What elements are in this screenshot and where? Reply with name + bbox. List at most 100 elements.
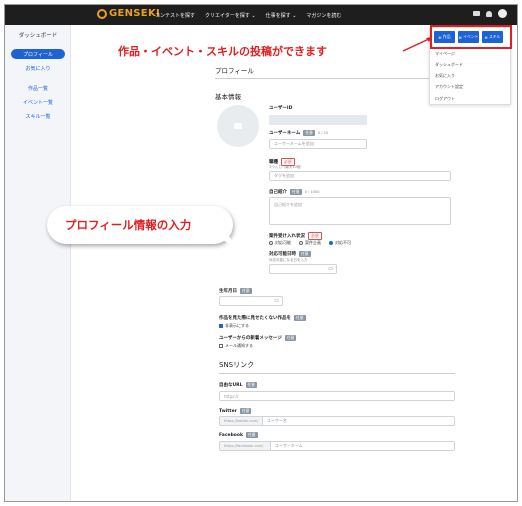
birthday-label-text: 生年月日 (219, 289, 237, 294)
radio-icon (269, 241, 273, 245)
checkbox-icon (219, 344, 223, 348)
work-status-label: 案件受け入れ状況 必須 (269, 232, 322, 240)
nav-link-contests[interactable]: コンテストを探す (155, 12, 195, 19)
optional-badge: 任意 (284, 335, 297, 341)
twitter-prefix: https://twitter.com/ (219, 416, 263, 426)
optional-badge: 任意 (290, 189, 302, 195)
message-option-label: メール通知する (225, 343, 253, 348)
optional-badge: 任意 (303, 130, 315, 136)
twitter-label: Twitter 任意 (219, 408, 252, 414)
user-id-label-text: ユーザーID (269, 106, 293, 111)
twitter-input[interactable]: ユーザー名 (263, 416, 455, 426)
logo[interactable]: GENSEKI (97, 8, 160, 19)
nav-link-magazine[interactable]: マガジンを読む (306, 12, 341, 19)
work-status-label-text: 案件受け入れ状況 (269, 234, 305, 239)
optional-badge: 任意 (299, 251, 311, 257)
optional-badge: 任意 (239, 408, 252, 414)
image-icon (234, 123, 242, 129)
annotation-post-callout: 作品・イベント・スキルの投稿ができます (118, 45, 327, 58)
option-label: 対応不可 (335, 240, 351, 245)
facebook-input[interactable]: ユーザーネーム (271, 441, 455, 451)
logo-text: GENSEKI (109, 8, 161, 19)
sidebar-item-works[interactable]: 作品一覧 (11, 83, 65, 93)
intro-textarea[interactable]: 自己紹介を追加 (269, 197, 451, 225)
message-notify-checkbox[interactable]: メール通知する (219, 343, 253, 349)
optional-badge: 任意 (245, 432, 258, 438)
nav-link-jobs[interactable]: 仕事を探す ⌄ (266, 12, 297, 19)
menu-item-account-settings[interactable]: アカウント設定 (435, 84, 463, 90)
sidebar-item-events[interactable]: イベント一覧 (11, 97, 65, 107)
nav-link-creators[interactable]: クリエイターを探す ⌄ (205, 12, 256, 19)
user-id-value (269, 115, 367, 125)
basic-info-heading: 基本情報 (215, 93, 241, 101)
website-label-text: 自由なURL (219, 383, 243, 388)
sidebar-item-favorites[interactable]: お気に入り (11, 63, 65, 73)
option-label: 案件企画 (305, 240, 321, 245)
calendar-icon: ▭ (274, 298, 279, 304)
hide-works-label-text: 作品を見た際に見せたくない作品を (219, 316, 291, 321)
facebook-label-text: Facebook (219, 432, 243, 438)
birthday-label: 生年月日 任意 (219, 288, 252, 294)
hide-works-label: 作品を見た際に見せたくない作品を 任意 (219, 315, 306, 321)
option-label: 対応可能 (275, 240, 291, 245)
twitter-label-text: Twitter (219, 408, 237, 414)
optional-badge: 任意 (240, 288, 252, 294)
sidebar-item-skills[interactable]: スキル一覧 (11, 111, 65, 121)
sidebar: ダッシュボード プロフィール お気に入り 作品一覧 イベント一覧 スキル一覧 (5, 25, 71, 501)
intro-label: 自己紹介 任意 0 / 1000 (269, 189, 320, 195)
hide-works-option-label: 非表示にする (225, 323, 250, 328)
work-status-option-planning[interactable]: 案件企画 (299, 240, 321, 246)
available-date-label: 対応可能日時 任意 (269, 251, 311, 257)
birthday-input[interactable]: ▭ (219, 296, 283, 306)
sidebar-item-profile[interactable]: プロフィール (11, 49, 65, 59)
annotation-profile-input: プロフィール情報の入力 (65, 218, 192, 232)
occupation-tag-input[interactable]: タグを追加 (269, 171, 451, 181)
username-counter: 0 / 20 (317, 131, 329, 135)
annotation-arrow (402, 37, 432, 52)
username-label: ユーザーネーム 任意 0 / 20 (269, 130, 328, 136)
sidebar-title: ダッシュボード (18, 33, 58, 39)
menu-item-favorites[interactable]: お気に入り (435, 73, 455, 79)
facebook-input-group: https://facebook.com/ ユーザーネーム (219, 441, 455, 452)
avatar[interactable] (498, 9, 507, 18)
hide-works-checkbox[interactable]: 非表示にする (219, 323, 249, 329)
bell-icon[interactable] (486, 10, 492, 17)
nav-icons (473, 9, 507, 18)
mail-icon[interactable] (473, 11, 480, 16)
optional-badge: 任意 (245, 382, 258, 388)
optional-badge: 任意 (294, 315, 306, 321)
website-input[interactable]: https:// (219, 391, 455, 401)
profile-form: プロフィール (215, 65, 455, 79)
profile-photo[interactable] (217, 105, 259, 147)
occupation-hint: 3つ入力（最大10個） (269, 165, 304, 169)
sns-heading: SNSリンク (219, 360, 455, 374)
radio-icon (329, 241, 333, 245)
work-status-option-unavailable[interactable]: 対応不可 (329, 240, 351, 246)
menu-item-dashboard[interactable]: ダッシュボード (435, 62, 463, 68)
website-label: 自由なURL 任意 (219, 382, 258, 388)
calendar-icon: ▭ (328, 266, 333, 272)
facebook-label: Facebook 任意 (219, 432, 258, 438)
available-date-label-text: 対応可能日時 (269, 252, 296, 257)
highlight-box (430, 25, 512, 49)
username-label-text: ユーザーネーム (269, 131, 301, 136)
menu-item-logout[interactable]: ログアウト (435, 96, 455, 102)
page-title: プロフィール (215, 65, 453, 79)
intro-counter: 0 / 1000 (304, 190, 320, 194)
radio-icon (299, 241, 303, 245)
intro-label-text: 自己紹介 (269, 190, 287, 195)
message-label: ユーザーからの新着メッセージ 任意 (219, 335, 297, 341)
logo-icon (97, 8, 107, 19)
top-navigation: GENSEKI コンテストを探す クリエイターを探す ⌄ 仕事を探す ⌄ マガジ… (5, 5, 517, 25)
available-date-hint: 対応可能になる日を入力 (269, 258, 308, 262)
available-date-input[interactable]: ▭ (269, 264, 337, 274)
work-status-options: 対応可能 案件企画 対応不可 (269, 240, 351, 246)
app-frame: GENSEKI コンテストを探す クリエイターを探す ⌄ 仕事を探す ⌄ マガジ… (4, 4, 518, 502)
user-id-label: ユーザーID (269, 105, 292, 111)
username-input[interactable]: ユーザーネームを追加 (269, 139, 367, 149)
message-label-text: ユーザーからの新着メッセージ (219, 336, 282, 341)
twitter-input-group: https://twitter.com/ ユーザー名 (219, 416, 455, 427)
nav-links: コンテストを探す クリエイターを探す ⌄ 仕事を探す ⌄ マガジンを読む (155, 5, 341, 25)
menu-item-mypage[interactable]: マイページ (435, 51, 455, 57)
work-status-option-available[interactable]: 対応可能 (269, 240, 291, 246)
